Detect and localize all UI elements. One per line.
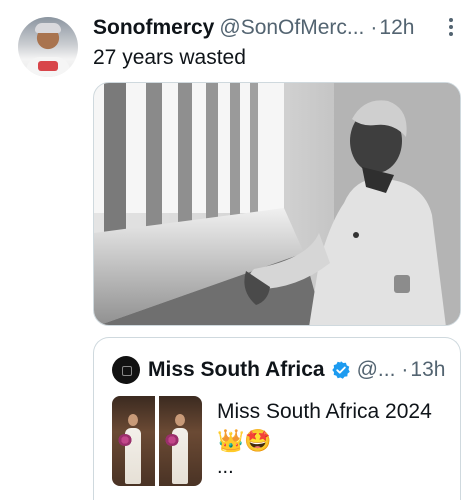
avatar-cap bbox=[35, 23, 61, 33]
quoted-author-name[interactable]: Miss South Africa bbox=[148, 358, 325, 382]
tweet-time[interactable]: 12h bbox=[379, 16, 414, 40]
avatar-shirt bbox=[26, 57, 70, 77]
quoted-tweet-text: Miss South Africa 2024 bbox=[217, 400, 432, 423]
quoted-tweet-ellipsis: ... bbox=[217, 456, 234, 478]
photo-bouquet bbox=[165, 434, 179, 446]
photo-figure-head bbox=[175, 414, 185, 426]
quoted-photo-2 bbox=[159, 396, 202, 486]
photo-bouquet bbox=[118, 434, 132, 446]
quoted-tweet-time[interactable]: 13h bbox=[410, 358, 445, 382]
quoted-tweet-media[interactable] bbox=[112, 396, 202, 486]
quoted-tweet[interactable]: Miss South Africa @... · 13h Miss South … bbox=[93, 337, 461, 500]
quoted-tweet-header: Miss South Africa @... · 13h bbox=[148, 356, 445, 384]
author-avatar[interactable] bbox=[18, 17, 78, 77]
author-handle[interactable]: @SonOfMerc... bbox=[219, 16, 364, 40]
author-name[interactable]: Sonofmercy bbox=[93, 16, 214, 40]
photo-figure-head bbox=[128, 414, 138, 426]
photo-illustration bbox=[94, 83, 460, 325]
separator-dot: · bbox=[370, 16, 378, 39]
tweet-header: Sonofmercy @SonOfMerc... · 12h bbox=[93, 14, 414, 42]
tweet-photo[interactable] bbox=[93, 82, 461, 326]
more-vertical-icon[interactable] bbox=[448, 18, 454, 40]
quoted-photo-1 bbox=[112, 396, 155, 486]
tweet-text: 27 years wasted bbox=[93, 46, 246, 69]
quoted-tweet-emoji: 👑🤩 bbox=[217, 428, 272, 453]
quoted-author-avatar[interactable] bbox=[112, 356, 140, 384]
verified-badge-icon bbox=[331, 361, 350, 379]
separator-dot: · bbox=[401, 358, 409, 381]
quoted-author-handle[interactable]: @... bbox=[357, 358, 396, 382]
